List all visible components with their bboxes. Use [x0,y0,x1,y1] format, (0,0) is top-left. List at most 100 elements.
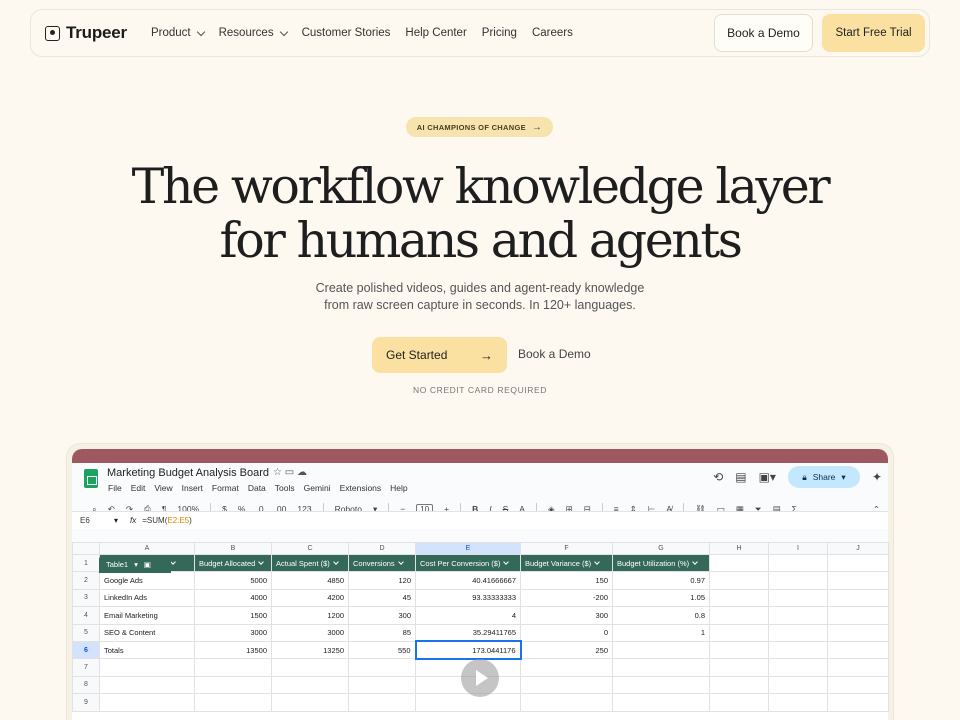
table-cell[interactable]: 250 [520,640,613,660]
table-cell[interactable]: 120 [348,571,416,590]
nav-link-careers[interactable]: Careers [532,27,573,39]
empty-cell[interactable] [768,658,828,677]
empty-cell[interactable] [709,571,769,590]
menu-edit[interactable]: Edit [131,483,146,493]
row-number[interactable]: 1 [72,553,100,573]
table-cell[interactable]: 45 [348,588,416,608]
table-cell[interactable]: 4850 [271,571,349,590]
empty-cell[interactable] [271,658,349,677]
nav-link-help-center[interactable]: Help Center [405,27,466,39]
table-cell[interactable]: 13250 [271,640,349,660]
chevron-down-icon[interactable]: ▾ [841,472,845,483]
table-cell[interactable]: Email Marketing [99,606,195,625]
empty-cell[interactable] [520,693,613,712]
gemini-sparkle-icon[interactable]: ✦ [872,470,882,484]
menu-data[interactable]: Data [248,483,266,493]
get-started-button[interactable]: Get Started → [372,337,507,373]
table-cell[interactable]: 1.05 [612,588,710,608]
empty-cell[interactable] [709,606,769,625]
table-cell[interactable]: 1500 [194,606,272,625]
row-number[interactable]: 7 [72,658,100,677]
share-button[interactable]: 🔒︎ Share ▾ [787,466,860,488]
column-header-d[interactable]: D [348,542,416,555]
row-number[interactable]: 8 [72,675,100,695]
empty-cell[interactable] [768,571,828,590]
table-cell[interactable]: -200 [520,588,613,608]
table-cell[interactable]: 173.0441176 [414,640,522,660]
corner-cell[interactable] [72,542,100,555]
table-header-cell[interactable]: Actual Spent ($) [271,553,349,573]
table-icon[interactable]: ▣ [144,560,151,569]
empty-cell[interactable] [520,658,613,677]
column-header-f[interactable]: F [520,542,613,555]
document-title[interactable]: Marketing Budget Analysis Board [107,467,269,479]
table-cell[interactable] [612,640,710,660]
table-cell[interactable]: 1 [612,623,710,642]
row-number[interactable]: 9 [72,693,100,712]
menu-tools[interactable]: Tools [275,483,295,493]
row-number[interactable]: 5 [72,623,100,642]
table-cell[interactable]: 550 [348,640,416,660]
empty-cell[interactable] [99,675,195,695]
empty-cell[interactable] [768,693,828,712]
empty-cell[interactable] [827,658,889,677]
chevron-down-icon[interactable] [503,558,510,565]
table-cell[interactable]: 3000 [194,623,272,642]
table-cell[interactable]: SEO & Content [99,623,195,642]
column-header-i[interactable]: I [768,542,828,555]
empty-cell[interactable] [194,658,272,677]
announcement-pill[interactable]: AI CHAMPIONS OF CHANGE → [406,117,553,137]
column-header-h[interactable]: H [709,542,769,555]
chevron-down-icon[interactable] [594,558,600,565]
empty-cell[interactable] [348,675,416,695]
menu-insert[interactable]: Insert [182,483,203,493]
row-number[interactable]: 3 [72,588,100,608]
chevron-down-icon[interactable] [258,558,265,565]
menu-view[interactable]: View [154,483,172,493]
empty-cell[interactable] [271,693,349,712]
menu-extensions[interactable]: Extensions [340,483,382,493]
table-cell[interactable]: 13500 [194,640,272,660]
table-header-cell[interactable]: Budget Variance ($) [520,553,613,573]
empty-cell[interactable] [709,658,769,677]
chevron-down-icon[interactable] [397,558,404,565]
table-header-cell[interactable]: Conversions [348,553,416,573]
empty-cell[interactable] [768,640,828,660]
empty-cell[interactable] [709,640,769,660]
chevron-down-icon[interactable]: ▾ [114,516,118,525]
table-cell[interactable]: 0.97 [612,571,710,590]
empty-cell[interactable] [827,553,889,573]
column-header-a[interactable]: A [99,542,195,555]
table-cell[interactable]: 40.41666667 [415,571,521,590]
table-name-tag[interactable]: Table1 ▾ ▣ [99,556,171,573]
row-number[interactable]: 2 [72,571,100,590]
table-cell[interactable]: 3000 [271,623,349,642]
nav-link-customer-stories[interactable]: Customer Stories [302,27,391,39]
column-header-b[interactable]: B [194,542,272,555]
table-cell[interactable]: Totals [99,640,195,660]
table-cell[interactable]: 4200 [271,588,349,608]
table-cell[interactable]: 4 [415,606,521,625]
empty-cell[interactable] [99,658,195,677]
chevron-down-icon[interactable]: ▾ [134,560,138,569]
empty-cell[interactable] [348,693,416,712]
logo[interactable]: Trupeer [45,23,127,43]
empty-cell[interactable] [768,553,828,573]
empty-cell[interactable] [827,675,889,695]
table-cell[interactable]: 0.8 [612,606,710,625]
empty-cell[interactable] [612,693,710,712]
play-video-icon[interactable] [461,659,499,697]
row-number[interactable]: 6 [72,640,100,660]
empty-cell[interactable] [709,675,769,695]
menu-format[interactable]: Format [212,483,239,493]
empty-cell[interactable] [827,571,889,590]
row-number[interactable]: 4 [72,606,100,625]
table-cell[interactable]: 150 [520,571,613,590]
formula-input[interactable]: =SUM(E2:E5) [142,516,192,525]
table-cell[interactable]: LinkedIn Ads [99,588,195,608]
nav-link-pricing[interactable]: Pricing [482,27,517,39]
chevron-down-icon[interactable] [332,558,339,565]
empty-cell[interactable] [612,658,710,677]
empty-cell[interactable] [520,675,613,695]
chevron-down-icon[interactable] [692,558,698,565]
